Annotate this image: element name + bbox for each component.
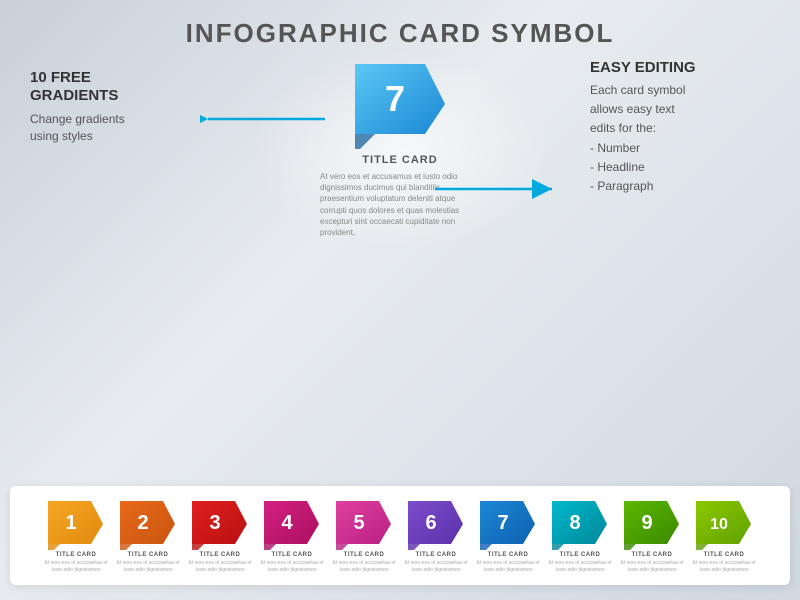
top-section: 10 FREE GRADIENTS Change gradients using… [0, 49, 800, 486]
mini-symbol-5: 5 [333, 498, 395, 550]
card-item-9: 9 TITLE CARD At vero eos et accusamus et … [617, 498, 687, 573]
mini-card-para-10: At vero eos et accusamus et iusto odio d… [689, 560, 759, 573]
card-title-label: TITLE CARD [320, 154, 480, 166]
easy-editing-text: Each card symbol allows easy text edits … [590, 81, 770, 196]
bottom-strip: 1 TITLE CARD At vero eos et accusamus et … [10, 486, 790, 585]
mini-card-title-5: TITLE CARD [344, 552, 385, 558]
page-title: INFOGRAPHIC CARD SYMBOL [186, 18, 615, 49]
mini-card-title-4: TITLE CARD [272, 552, 313, 558]
right-block: EASY EDITING Each card symbol allows eas… [590, 59, 770, 196]
svg-text:7: 7 [497, 512, 508, 534]
mini-card-para-2: At vero eos et accusamus et iusto odio d… [113, 560, 183, 573]
mini-card-title-8: TITLE CARD [560, 552, 601, 558]
svg-text:7: 7 [385, 78, 405, 119]
main-container: INFOGRAPHIC CARD SYMBOL 10 FREE GRADIENT… [0, 0, 800, 600]
mini-card-title-10: TITLE CARD [704, 552, 745, 558]
card-item-5: 5 TITLE CARD At vero eos et accusamus et … [329, 498, 399, 573]
mini-card-para-7: At vero eos et accusamus et iusto odio d… [473, 560, 543, 573]
svg-text:5: 5 [353, 512, 364, 534]
mini-card-para-8: At vero eos et accusamus et iusto odio d… [545, 560, 615, 573]
svg-text:9: 9 [641, 512, 652, 534]
mini-card-para-5: At vero eos et accusamus et iusto odio d… [329, 560, 399, 573]
mini-symbol-9: 9 [621, 498, 683, 550]
easy-editing-heading: EASY EDITING [590, 59, 770, 76]
mini-card-title-7: TITLE CARD [488, 552, 529, 558]
mini-card-para-6: At vero eos et accusamus et iusto odio d… [401, 560, 471, 573]
svg-text:4: 4 [281, 512, 293, 534]
card-item-10: 10 TITLE CARD At vero eos et accusamus et… [689, 498, 759, 573]
mini-symbol-6: 6 [405, 498, 467, 550]
mini-card-title-6: TITLE CARD [416, 552, 457, 558]
mini-symbol-7: 7 [477, 498, 539, 550]
card-item-4: 4 TITLE CARD At vero eos et accusamus et … [257, 498, 327, 573]
mini-symbol-4: 4 [261, 498, 323, 550]
mini-card-para-9: At vero eos et accusamus et iusto odio d… [617, 560, 687, 573]
mini-card-title-1: TITLE CARD [56, 552, 97, 558]
card-item-3: 3 TITLE CARD At vero eos et accusamus et … [185, 498, 255, 573]
mini-symbol-10: 10 [693, 498, 755, 550]
mini-card-title-2: TITLE CARD [128, 552, 169, 558]
svg-text:8: 8 [569, 512, 580, 534]
card-symbol-large: 7 [350, 59, 450, 149]
mini-card-para-3: At vero eos et accusamus et iusto odio d… [185, 560, 255, 573]
card-item-8: 8 TITLE CARD At vero eos et accusamus et … [545, 498, 615, 573]
change-gradients-text: Change gradients using styles [30, 111, 190, 145]
svg-text:2: 2 [137, 512, 148, 534]
arrow-left-icon [200, 109, 330, 129]
card-item-7: 7 TITLE CARD At vero eos et accusamus et … [473, 498, 543, 573]
mini-symbol-2: 2 [117, 498, 179, 550]
mini-symbol-8: 8 [549, 498, 611, 550]
card-item-6: 6 TITLE CARD At vero eos et accusamus et … [401, 498, 471, 573]
card-item-2: 2 TITLE CARD At vero eos et accusamus et … [113, 498, 183, 573]
svg-text:6: 6 [425, 512, 436, 534]
center-card: 7 TITLE CARD At vero eos et accusamus et… [320, 59, 480, 238]
free-gradients-heading: 10 FREE GRADIENTS [30, 69, 190, 105]
arrow-right-icon [430, 179, 560, 199]
mini-card-title-9: TITLE CARD [632, 552, 673, 558]
svg-text:3: 3 [209, 512, 220, 534]
left-block: 10 FREE GRADIENTS Change gradients using… [30, 69, 190, 145]
svg-text:10: 10 [710, 516, 728, 533]
svg-text:1: 1 [65, 512, 76, 534]
mini-symbol-3: 3 [189, 498, 251, 550]
mini-card-para-4: At vero eos et accusamus et iusto odio d… [257, 560, 327, 573]
card-item-1: 1 TITLE CARD At vero eos et accusamus et … [41, 498, 111, 573]
mini-card-title-3: TITLE CARD [200, 552, 241, 558]
mini-symbol-1: 1 [45, 498, 107, 550]
mini-card-para-1: At vero eos et accusamus et iusto odio d… [41, 560, 111, 573]
